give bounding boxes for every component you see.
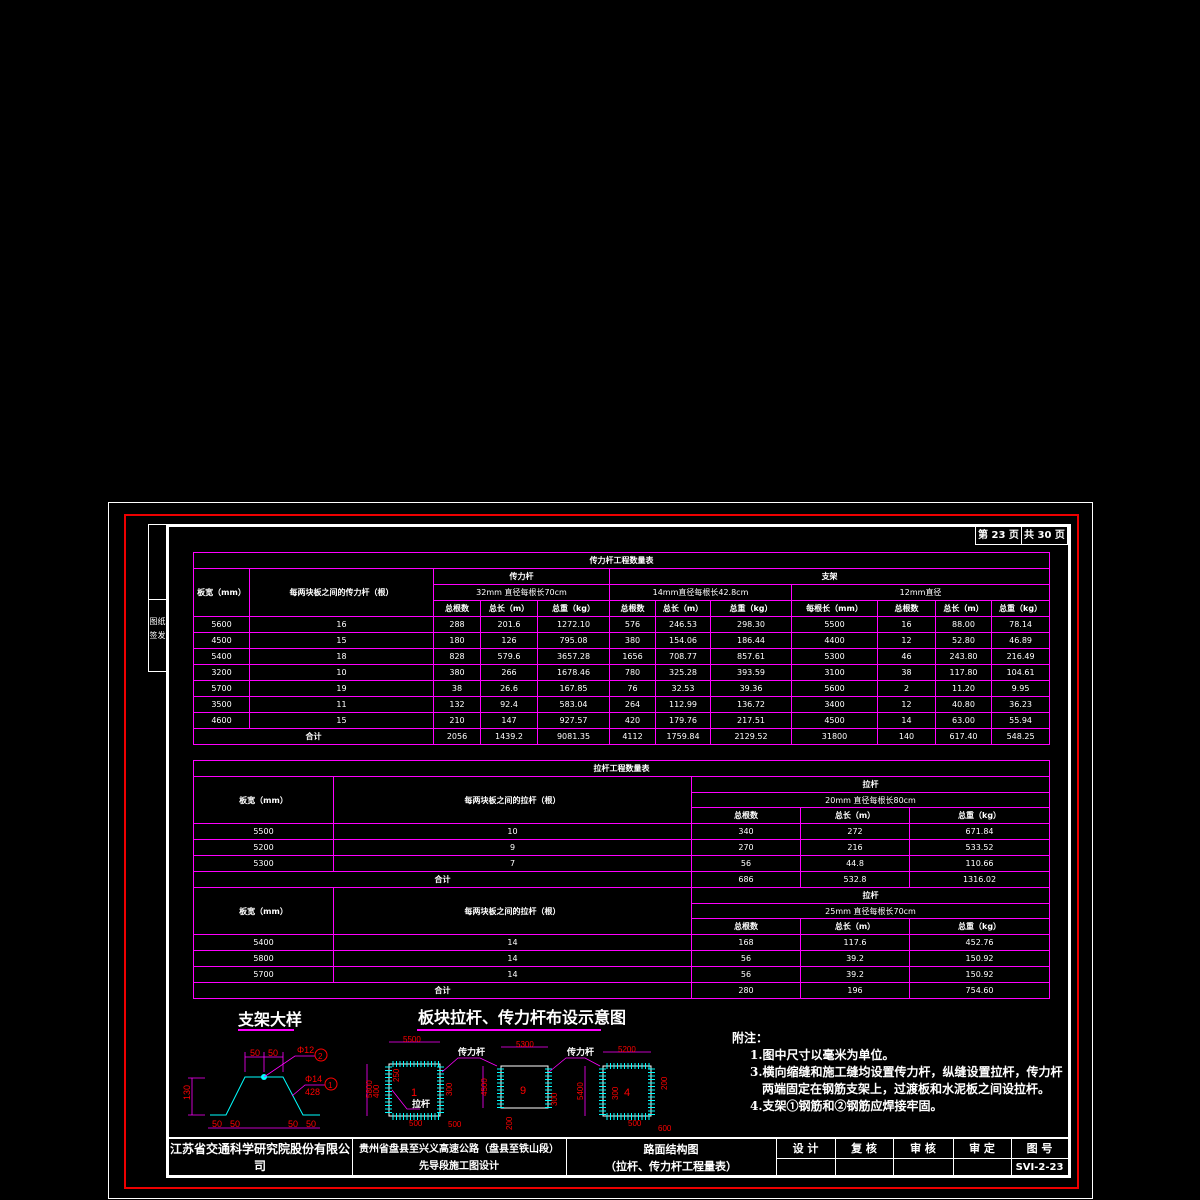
dim-label: 300 [611, 1086, 620, 1100]
drawing-number: SVI-2-23 [1015, 1161, 1064, 1173]
project-line-1: 贵州省盘县至兴义高速公路（盘县至铁山段） [359, 1143, 559, 1155]
support-bar-1 [210, 1076, 320, 1116]
dim-label: 200 [660, 1076, 669, 1090]
dim-label: 300 [445, 1082, 454, 1096]
dim-label: 50 [268, 1048, 278, 1058]
design-label: 设 计 [776, 1139, 836, 1159]
note-item: 4.支架①钢筋和②钢筋应焊接牢固。 [750, 1099, 943, 1113]
project-line-2: 先导段施工图设计 [419, 1160, 499, 1172]
review-label: 审 核 [893, 1139, 954, 1159]
title-block: 江苏省交通科学研究院股份有限公司 贵州省盘县至兴义高速公路（盘县至铁山段） 先导… [168, 1137, 1068, 1176]
dim-label: 500 [409, 1119, 423, 1128]
drawing-no-label: 图 号 [1011, 1139, 1068, 1159]
bar-1-length: 428 [305, 1087, 320, 1097]
notes-title: 附注： [732, 1031, 769, 1045]
approve-signature [953, 1158, 1012, 1176]
dim-label: 50 [306, 1119, 316, 1129]
dim-label: 130 [182, 1085, 192, 1100]
dim-label: 300 [550, 1092, 559, 1106]
design-signature [776, 1158, 836, 1176]
dim-label: 500 [448, 1120, 462, 1129]
project-name: 贵州省盘县至兴义高速公路（盘县至铁山段） 先导段施工图设计 [352, 1139, 567, 1176]
tie-label: 拉杆 [412, 1098, 430, 1109]
slab-3-height: 5400 [576, 1082, 585, 1100]
drawing-title-line-2: （拉杆、传力杆工程量表） [605, 1159, 737, 1173]
slab-3-width: 5200 [618, 1045, 636, 1054]
dim-label: 200 [505, 1116, 514, 1130]
company-name: 江苏省交通科学研究院股份有限公司 [168, 1139, 353, 1176]
dim-label: 400 [372, 1084, 381, 1098]
drawing-title: 路面结构图 （拉杆、传力杆工程量表） [566, 1139, 777, 1176]
slab-4-number: 4 [624, 1087, 630, 1099]
check-label: 复 核 [835, 1139, 894, 1159]
slab-2-height: 4500 [480, 1078, 489, 1096]
dim-label: 50 [288, 1119, 298, 1129]
bar-1-spec: Φ14 [305, 1074, 322, 1084]
dim-label: 600 [658, 1124, 672, 1133]
dim-label: 50 [212, 1119, 222, 1129]
dim-label: 50 [250, 1048, 260, 1058]
slab-1-width: 5500 [403, 1035, 421, 1044]
bar-1-callout: 1 [328, 1081, 333, 1090]
notes: 附注： 1.图中尺寸以毫米为单位。 3.横向缩缝和施工缝均设置传力杆，纵缝设置拉… [732, 1030, 1063, 1115]
slab-2-width: 5300 [516, 1040, 534, 1049]
slab-9-number: 9 [520, 1085, 526, 1097]
bar-2-callout: 2 [318, 1052, 323, 1061]
slab-layout [366, 1041, 655, 1120]
drawing-title-line-1: 路面结构图 [643, 1142, 699, 1156]
drawing-svg: 50 50 130 50 50 50 50 Φ12 2 Φ14 428 1 55… [182, 1029, 672, 1133]
bar-2-spec: Φ12 [297, 1045, 314, 1055]
dowel-label: 传力杆 [457, 1046, 485, 1057]
check-signature [835, 1158, 894, 1176]
review-signature [893, 1158, 954, 1176]
dowel-label: 传力杆 [566, 1046, 594, 1057]
note-item: 3.横向缩缝和施工缝均设置传力杆，纵缝设置拉杆，传力杆 [750, 1065, 1063, 1079]
dim-label: 250 [392, 1068, 401, 1082]
dim-label: 50 [230, 1119, 240, 1129]
slab-1-number: 1 [411, 1087, 417, 1099]
dim-label: 500 [628, 1119, 642, 1128]
note-item: 1.图中尺寸以毫米为单位。 [750, 1048, 895, 1062]
approve-label: 审 定 [953, 1139, 1012, 1159]
note-item: 两端固定在钢筋支架上，过渡板和水泥板之间设拉杆。 [762, 1082, 1051, 1096]
